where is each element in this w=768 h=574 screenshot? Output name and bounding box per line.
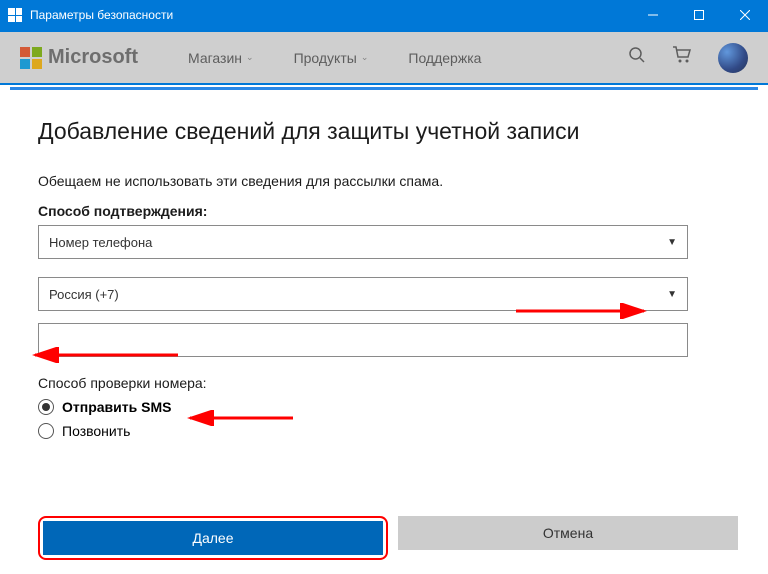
- window-controls: [630, 0, 768, 30]
- radio-sms[interactable]: Отправить SMS: [38, 399, 730, 415]
- next-button[interactable]: Далее: [43, 521, 383, 555]
- microsoft-logo: Microsoft: [20, 46, 138, 69]
- country-select[interactable]: Россия (+7) ▼: [38, 277, 688, 311]
- nav-products[interactable]: Продукты ⌄: [294, 50, 369, 66]
- chevron-down-icon: ⌄: [246, 52, 254, 63]
- phone-input[interactable]: [38, 323, 688, 357]
- top-nav: Microsoft Магазин ⌄ Продукты ⌄ Поддержка: [0, 30, 768, 85]
- nav-store[interactable]: Магазин ⌄: [188, 50, 254, 66]
- security-info-dialog: Добавление сведений для защиты учетной з…: [10, 87, 758, 574]
- radio-call[interactable]: Позвонить: [38, 423, 730, 439]
- brand-text: Microsoft: [48, 46, 138, 69]
- annotation-highlight: Далее: [38, 516, 388, 560]
- dialog-title: Добавление сведений для защиты учетной з…: [38, 118, 730, 145]
- window-title: Параметры безопасности: [30, 8, 173, 22]
- dialog-subtitle: Обещаем не использовать эти сведения для…: [38, 173, 730, 189]
- minimize-button[interactable]: [630, 0, 676, 30]
- check-method-label: Способ проверки номера:: [38, 375, 730, 391]
- cancel-button[interactable]: Отмена: [398, 516, 738, 550]
- title-bar: Параметры безопасности: [0, 0, 768, 30]
- verify-method-label: Способ подтверждения:: [38, 203, 730, 219]
- radio-icon: [38, 423, 54, 439]
- maximize-button[interactable]: [676, 0, 722, 30]
- nav-support[interactable]: Поддержка: [408, 50, 481, 66]
- avatar[interactable]: [718, 43, 748, 73]
- chevron-down-icon: ▼: [667, 237, 677, 248]
- chevron-down-icon: ⌄: [361, 52, 369, 63]
- radio-icon: [38, 399, 54, 415]
- windows-logo-icon: [8, 8, 22, 22]
- close-button[interactable]: [722, 0, 768, 30]
- chevron-down-icon: ▼: [667, 289, 677, 300]
- cart-icon[interactable]: [672, 46, 692, 69]
- verify-method-select[interactable]: Номер телефона ▼: [38, 225, 688, 259]
- search-icon[interactable]: [628, 46, 646, 69]
